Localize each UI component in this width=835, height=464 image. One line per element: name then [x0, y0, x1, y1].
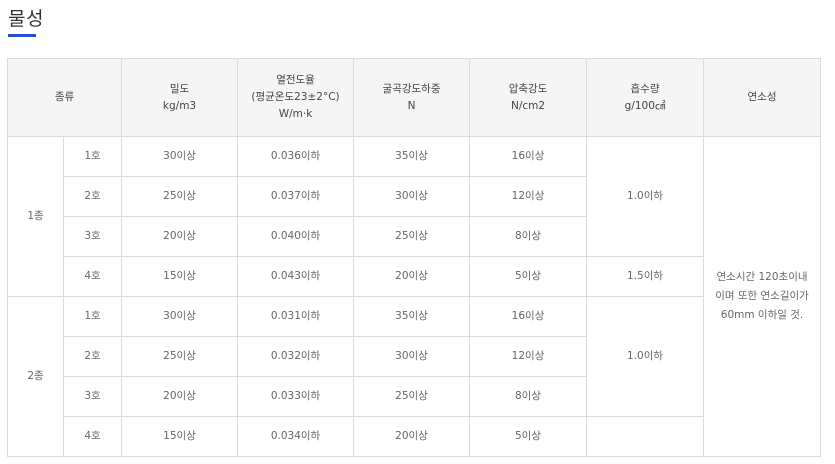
title-underline — [8, 34, 36, 37]
compressive-cell: 12이상 — [469, 336, 588, 377]
density-cell: 25이상 — [121, 336, 239, 377]
conductivity-cell: 0.043이하 — [237, 256, 355, 297]
conductivity-cell: 0.036이하 — [237, 136, 355, 177]
compressive-cell: 16이상 — [469, 296, 588, 337]
table-row: 2종 1호 30이상 0.031이하 35이상 16이상 1.0이하 — [7, 296, 821, 457]
page-title: 물성 — [8, 8, 44, 30]
sub-type-cell: 1호 — [62, 296, 123, 337]
bending-cell: 35이상 — [353, 296, 471, 337]
bending-cell: 25이상 — [353, 376, 471, 417]
bending-cell: 25이상 — [353, 216, 471, 257]
absorption-cell-empty — [586, 416, 705, 457]
table-row: 4호 15이상 0.034이하 20이상 5이상 — [8, 416, 821, 457]
density-cell: 30이상 — [121, 296, 239, 337]
header-combustibility: 연소성 — [703, 58, 822, 137]
compressive-cell: 5이상 — [469, 416, 588, 457]
sub-type-cell: 3호 — [62, 376, 123, 417]
sub-type-cell: 2호 — [62, 176, 123, 217]
sub-type-cell: 1호 — [62, 136, 123, 177]
density-cell: 15이상 — [121, 416, 239, 457]
conductivity-cell: 0.032이하 — [237, 336, 355, 377]
density-cell: 25이상 — [121, 176, 239, 217]
header-type: 종류 — [6, 58, 123, 137]
header-compressive: 압축강도 N/cm2 — [469, 58, 588, 137]
density-cell: 20이상 — [121, 376, 239, 417]
bending-cell: 30이상 — [353, 176, 471, 217]
density-cell: 30이상 — [121, 136, 239, 177]
absorption-cell: 1.0이하 — [586, 136, 705, 257]
header-absorption: 흡수량 g/100㎠ — [586, 58, 705, 137]
conductivity-cell: 0.031이하 — [237, 296, 355, 337]
group-cell: 1종 — [7, 136, 64, 297]
sub-type-cell: 4호 — [62, 416, 123, 457]
density-cell: 15이상 — [121, 256, 239, 297]
bending-cell: 20이상 — [353, 416, 471, 457]
sub-type-cell: 2호 — [62, 336, 123, 377]
conductivity-cell: 0.034이하 — [237, 416, 355, 457]
table-row: 4호 15이상 0.043이하 20이상 5이상 1.5이하 — [8, 256, 821, 297]
properties-table: 종류 밀도 kg/m3 열전도율 (평균온도23±2°C) W/m·k 굴곡강도… — [6, 58, 822, 457]
header-density: 밀도 kg/m3 — [121, 58, 239, 137]
conductivity-cell: 0.033이하 — [237, 376, 355, 417]
conductivity-cell: 0.040이하 — [237, 216, 355, 257]
header-row: 종류 밀도 kg/m3 열전도율 (평균온도23±2°C) W/m·k 굴곡강도… — [6, 58, 822, 137]
conductivity-cell: 0.037이하 — [237, 176, 355, 217]
compressive-cell: 12이상 — [469, 176, 588, 217]
compressive-cell: 16이상 — [469, 136, 588, 177]
header-bending: 굴곡강도하중 N — [353, 58, 471, 137]
absorption-cell: 1.5이하 — [586, 256, 705, 297]
combustibility-cell: 연소시간 120초이내 이며 또한 연소길이가 60mm 이하일 것. — [703, 136, 822, 457]
table-row: 1종 1호 30이상 0.036이하 35이상 16이상 1.0이하 연소시간 … — [7, 136, 822, 457]
sub-type-cell: 4호 — [62, 256, 123, 297]
absorption-cell: 1.0이하 — [586, 296, 705, 417]
compressive-cell: 8이상 — [469, 376, 588, 417]
bending-cell: 35이상 — [353, 136, 471, 177]
bending-cell: 30이상 — [353, 336, 471, 377]
bending-cell: 20이상 — [353, 256, 471, 297]
header-conductivity: 열전도율 (평균온도23±2°C) W/m·k — [237, 58, 355, 137]
sub-type-cell: 3호 — [62, 216, 123, 257]
compressive-cell: 5이상 — [469, 256, 588, 297]
compressive-cell: 8이상 — [469, 216, 588, 257]
group-cell: 2종 — [7, 296, 64, 457]
density-cell: 20이상 — [121, 216, 239, 257]
